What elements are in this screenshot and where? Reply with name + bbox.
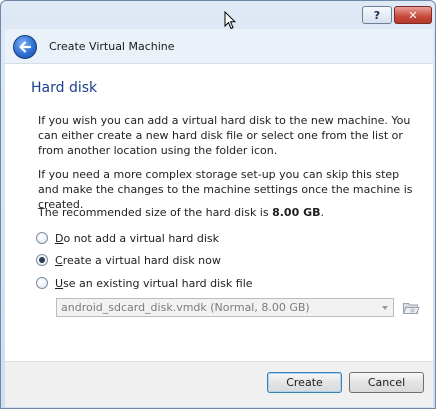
close-button[interactable]: ✕ [394, 6, 432, 24]
existing-disk-radio[interactable] [36, 277, 48, 289]
back-arrow-icon [19, 41, 32, 53]
recommended-size-text: The recommended size of the hard disk is… [38, 205, 423, 220]
page-title: Hard disk [31, 80, 98, 96]
existing-disk-select[interactable]: android_sdcard_disk.vmdk (Normal, 8.00 G… [56, 298, 394, 317]
chevron-down-icon [382, 306, 388, 310]
button-bar: Create Cancel [5, 361, 433, 407]
wizard-page: Hard disk If you wish you can add a virt… [5, 63, 433, 362]
no-disk-option[interactable]: Do not add a virtual hard disk [36, 230, 219, 246]
existing-disk-mnemonic: U [55, 276, 64, 290]
create-disk-label-rest: reate a virtual hard disk now [62, 253, 221, 267]
mouse-pointer-icon [224, 11, 236, 30]
recommended-size-value: 8.00 GB [272, 206, 321, 219]
create-disk-mnemonic: C [55, 253, 63, 267]
intro-paragraph: If you wish you can add a virtual hard d… [38, 114, 411, 157]
wizard-title: Create Virtual Machine [49, 40, 175, 53]
wizard-header: Create Virtual Machine [5, 29, 433, 63]
existing-disk-select-value: android_sdcard_disk.vmdk (Normal, 8.00 G… [61, 301, 310, 314]
help-label: ? [373, 8, 381, 22]
create-button[interactable]: Create [267, 372, 342, 393]
cancel-button[interactable]: Cancel [349, 372, 424, 393]
no-disk-radio[interactable] [36, 232, 48, 244]
choose-disk-file-button[interactable] [401, 298, 421, 317]
close-icon: ✕ [408, 8, 418, 22]
title-bar: ? ✕ [1, 1, 437, 27]
back-button[interactable] [13, 35, 37, 59]
create-disk-option[interactable]: Create a virtual hard disk now [36, 252, 221, 268]
existing-disk-label: Use an existing virtual hard disk file [55, 277, 253, 290]
existing-disk-label-rest: se an existing virtual hard disk file [63, 276, 253, 290]
recommended-suffix: . [320, 206, 324, 219]
existing-disk-option[interactable]: Use an existing virtual hard disk file [36, 275, 253, 291]
no-disk-label: Do not add a virtual hard disk [55, 232, 219, 245]
folder-open-icon [402, 302, 420, 314]
help-button[interactable]: ? [362, 6, 392, 24]
no-disk-label-rest: o not add a virtual hard disk [63, 231, 219, 245]
recommended-prefix: The recommended size of the hard disk is [38, 206, 273, 219]
create-disk-radio[interactable] [36, 254, 48, 266]
dialog-window: ? ✕ Create Virtual Machine Hard disk If … [0, 0, 436, 409]
create-disk-label: Create a virtual hard disk now [55, 254, 221, 267]
